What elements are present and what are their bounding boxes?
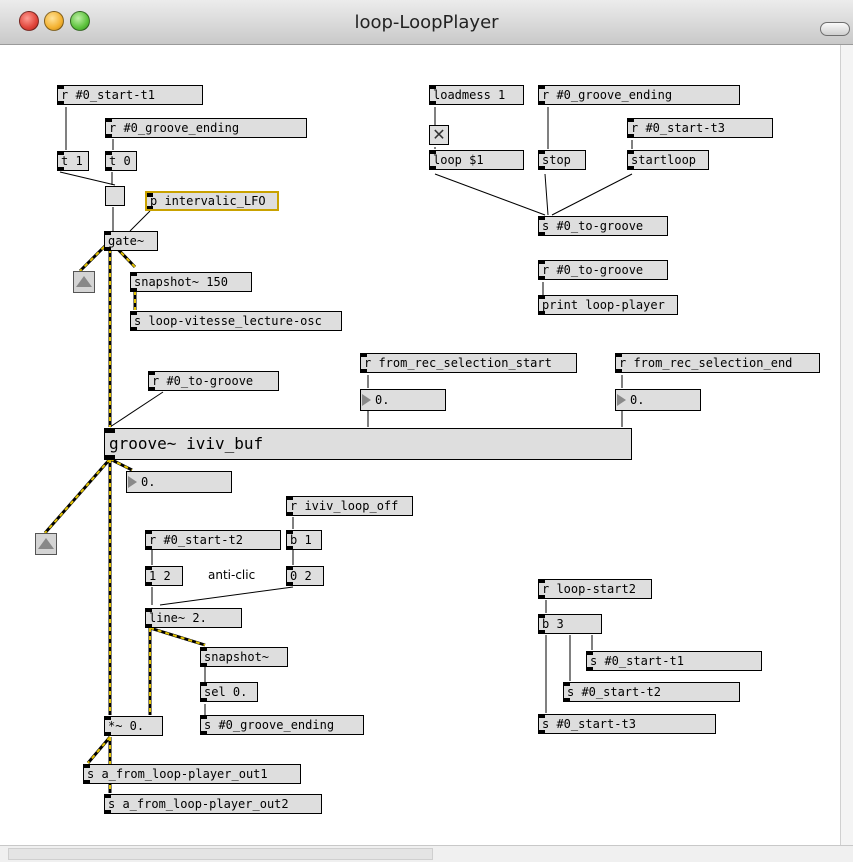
message-startloop[interactable]: startloop xyxy=(627,150,709,170)
signal-meter-2 xyxy=(35,533,57,555)
object-r-start-t1[interactable]: r #0_start-t1 xyxy=(57,85,203,105)
object-print[interactable]: print loop-player xyxy=(538,295,678,315)
object-snapshot[interactable]: snapshot~ xyxy=(200,647,288,667)
object-b-3[interactable]: b 3 xyxy=(538,614,602,634)
number-arrow-icon xyxy=(362,394,371,406)
object-loadmess[interactable]: loadmess 1 xyxy=(429,85,524,105)
object-s-out1[interactable]: s a_from_loop-player_out1 xyxy=(83,764,301,784)
meter-up-icon xyxy=(76,276,92,287)
checkbox-toggle[interactable]: ✕ xyxy=(429,125,449,145)
object-r-rec-selection-end[interactable]: r from_rec_selection_end xyxy=(615,353,820,373)
toolbar-toggle-button[interactable] xyxy=(820,22,850,36)
number-arrow-icon xyxy=(128,476,137,488)
object-r-start-t3[interactable]: r #0_start-t3 xyxy=(627,118,773,138)
object-r-iviv-loop-off[interactable]: r iviv_loop_off xyxy=(286,496,413,516)
patch-canvas[interactable]: r #0_start-t1 r #0_groove_ending t 1 t 0… xyxy=(0,45,853,845)
object-s-out2[interactable]: s a_from_loop-player_out2 xyxy=(104,794,322,814)
number-box-selection-end[interactable]: 0. xyxy=(615,389,701,411)
horizontal-scroll-thumb[interactable] xyxy=(8,848,433,860)
comment-anti-clic: anti-clic xyxy=(208,568,256,582)
object-r-loop-start2[interactable]: r loop-start2 xyxy=(538,579,652,599)
horizontal-scrollbar[interactable] xyxy=(0,845,853,862)
number-arrow-icon xyxy=(617,394,626,406)
object-s-start-t2[interactable]: s #0_start-t2 xyxy=(563,682,740,702)
object-s-start-t3[interactable]: s #0_start-t3 xyxy=(538,714,716,734)
object-s-start-t1[interactable]: s #0_start-t1 xyxy=(586,651,762,671)
gate-toggle[interactable] xyxy=(105,186,125,206)
object-line[interactable]: line~ 2. xyxy=(145,608,242,628)
message-loop[interactable]: loop $1 xyxy=(429,150,524,170)
object-sel-0[interactable]: sel 0. xyxy=(200,682,258,702)
window-title: loop-LoopPlayer xyxy=(354,12,499,33)
signal-meter xyxy=(73,271,95,293)
object-snapshot-150[interactable]: snapshot~ 150 xyxy=(130,272,252,292)
object-s-loop-vitesse[interactable]: s loop-vitesse_lecture-osc xyxy=(130,311,342,331)
object-r-groove-ending-2[interactable]: r #0_groove_ending xyxy=(538,85,740,105)
object-s-groove-ending[interactable]: s #0_groove_ending xyxy=(200,715,364,735)
message-1-2[interactable]: 1 2 xyxy=(145,566,183,586)
number-box-groove-out[interactable]: 0. xyxy=(126,471,232,493)
object-s-to-groove[interactable]: s #0_to-groove xyxy=(538,216,668,236)
object-b-1[interactable]: b 1 xyxy=(286,530,322,550)
message-stop[interactable]: stop xyxy=(538,150,586,170)
number-value: 0. xyxy=(141,475,156,489)
message-0-2[interactable]: 0 2 xyxy=(286,566,324,586)
object-r-to-groove[interactable]: r #0_to-groove xyxy=(148,371,279,391)
vertical-scrollbar[interactable] xyxy=(840,45,853,845)
object-multiply[interactable]: *~ 0. xyxy=(104,716,163,736)
object-r-to-groove-2[interactable]: r #0_to-groove xyxy=(538,260,668,280)
object-r-start-t2[interactable]: r #0_start-t2 xyxy=(145,530,281,550)
number-box-selection-start[interactable]: 0. xyxy=(360,389,446,411)
object-t-0[interactable]: t 0 xyxy=(105,151,137,171)
number-value: 0. xyxy=(375,393,390,407)
number-value: 0. xyxy=(630,393,645,407)
object-gate[interactable]: gate~ xyxy=(104,231,158,251)
object-r-rec-selection-start[interactable]: r from_rec_selection_start xyxy=(360,353,577,373)
title-bar: loop-LoopPlayer xyxy=(0,0,853,45)
object-groove[interactable]: groove~ iviv_buf xyxy=(104,428,632,460)
object-t-1[interactable]: t 1 xyxy=(57,151,89,171)
meter-up-icon xyxy=(38,538,54,549)
subpatch-intervalic-lfo[interactable]: p intervalic_LFO xyxy=(145,191,279,211)
object-r-groove-ending[interactable]: r #0_groove_ending xyxy=(105,118,307,138)
